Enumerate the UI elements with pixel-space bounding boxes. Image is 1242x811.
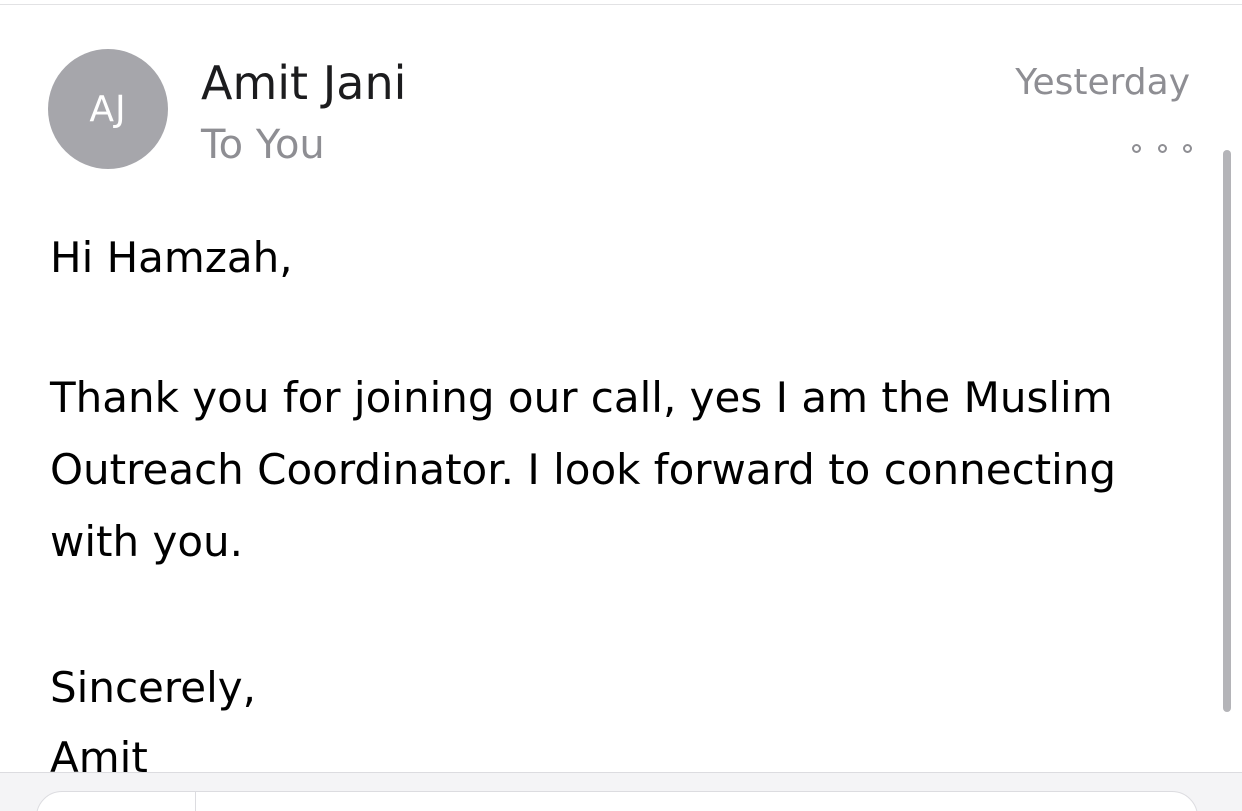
body-line: Outreach Coordinator. I look forward to … — [50, 445, 1117, 494]
ellipsis-icon — [1157, 143, 1167, 153]
body-line-greeting: Hi Hamzah, — [50, 233, 293, 282]
more-options-button[interactable] — [1132, 138, 1192, 158]
top-divider — [0, 0, 1242, 5]
email-message-view: AJ Amit Jani To You Yesterday Hi Hamzah,… — [0, 0, 1242, 811]
vertical-scrollbar[interactable] — [1223, 150, 1231, 712]
toolbar-divider — [195, 791, 196, 811]
ellipsis-icon — [1132, 143, 1141, 153]
body-line-closing: Sincerely, — [50, 663, 256, 712]
avatar-initials: AJ — [89, 88, 127, 130]
sender-avatar[interactable]: AJ — [48, 49, 168, 169]
message-timestamp: Yesterday — [1015, 62, 1190, 103]
reply-bar[interactable] — [36, 791, 1198, 811]
body-line: with you. — [50, 517, 243, 566]
bottom-toolbar — [0, 772, 1242, 811]
sender-name[interactable]: Amit Jani — [201, 56, 406, 110]
recipient-line[interactable]: To You — [201, 122, 325, 168]
body-line: Thank you for joining our call, yes I am… — [50, 373, 1113, 422]
ellipsis-icon — [1183, 143, 1192, 153]
